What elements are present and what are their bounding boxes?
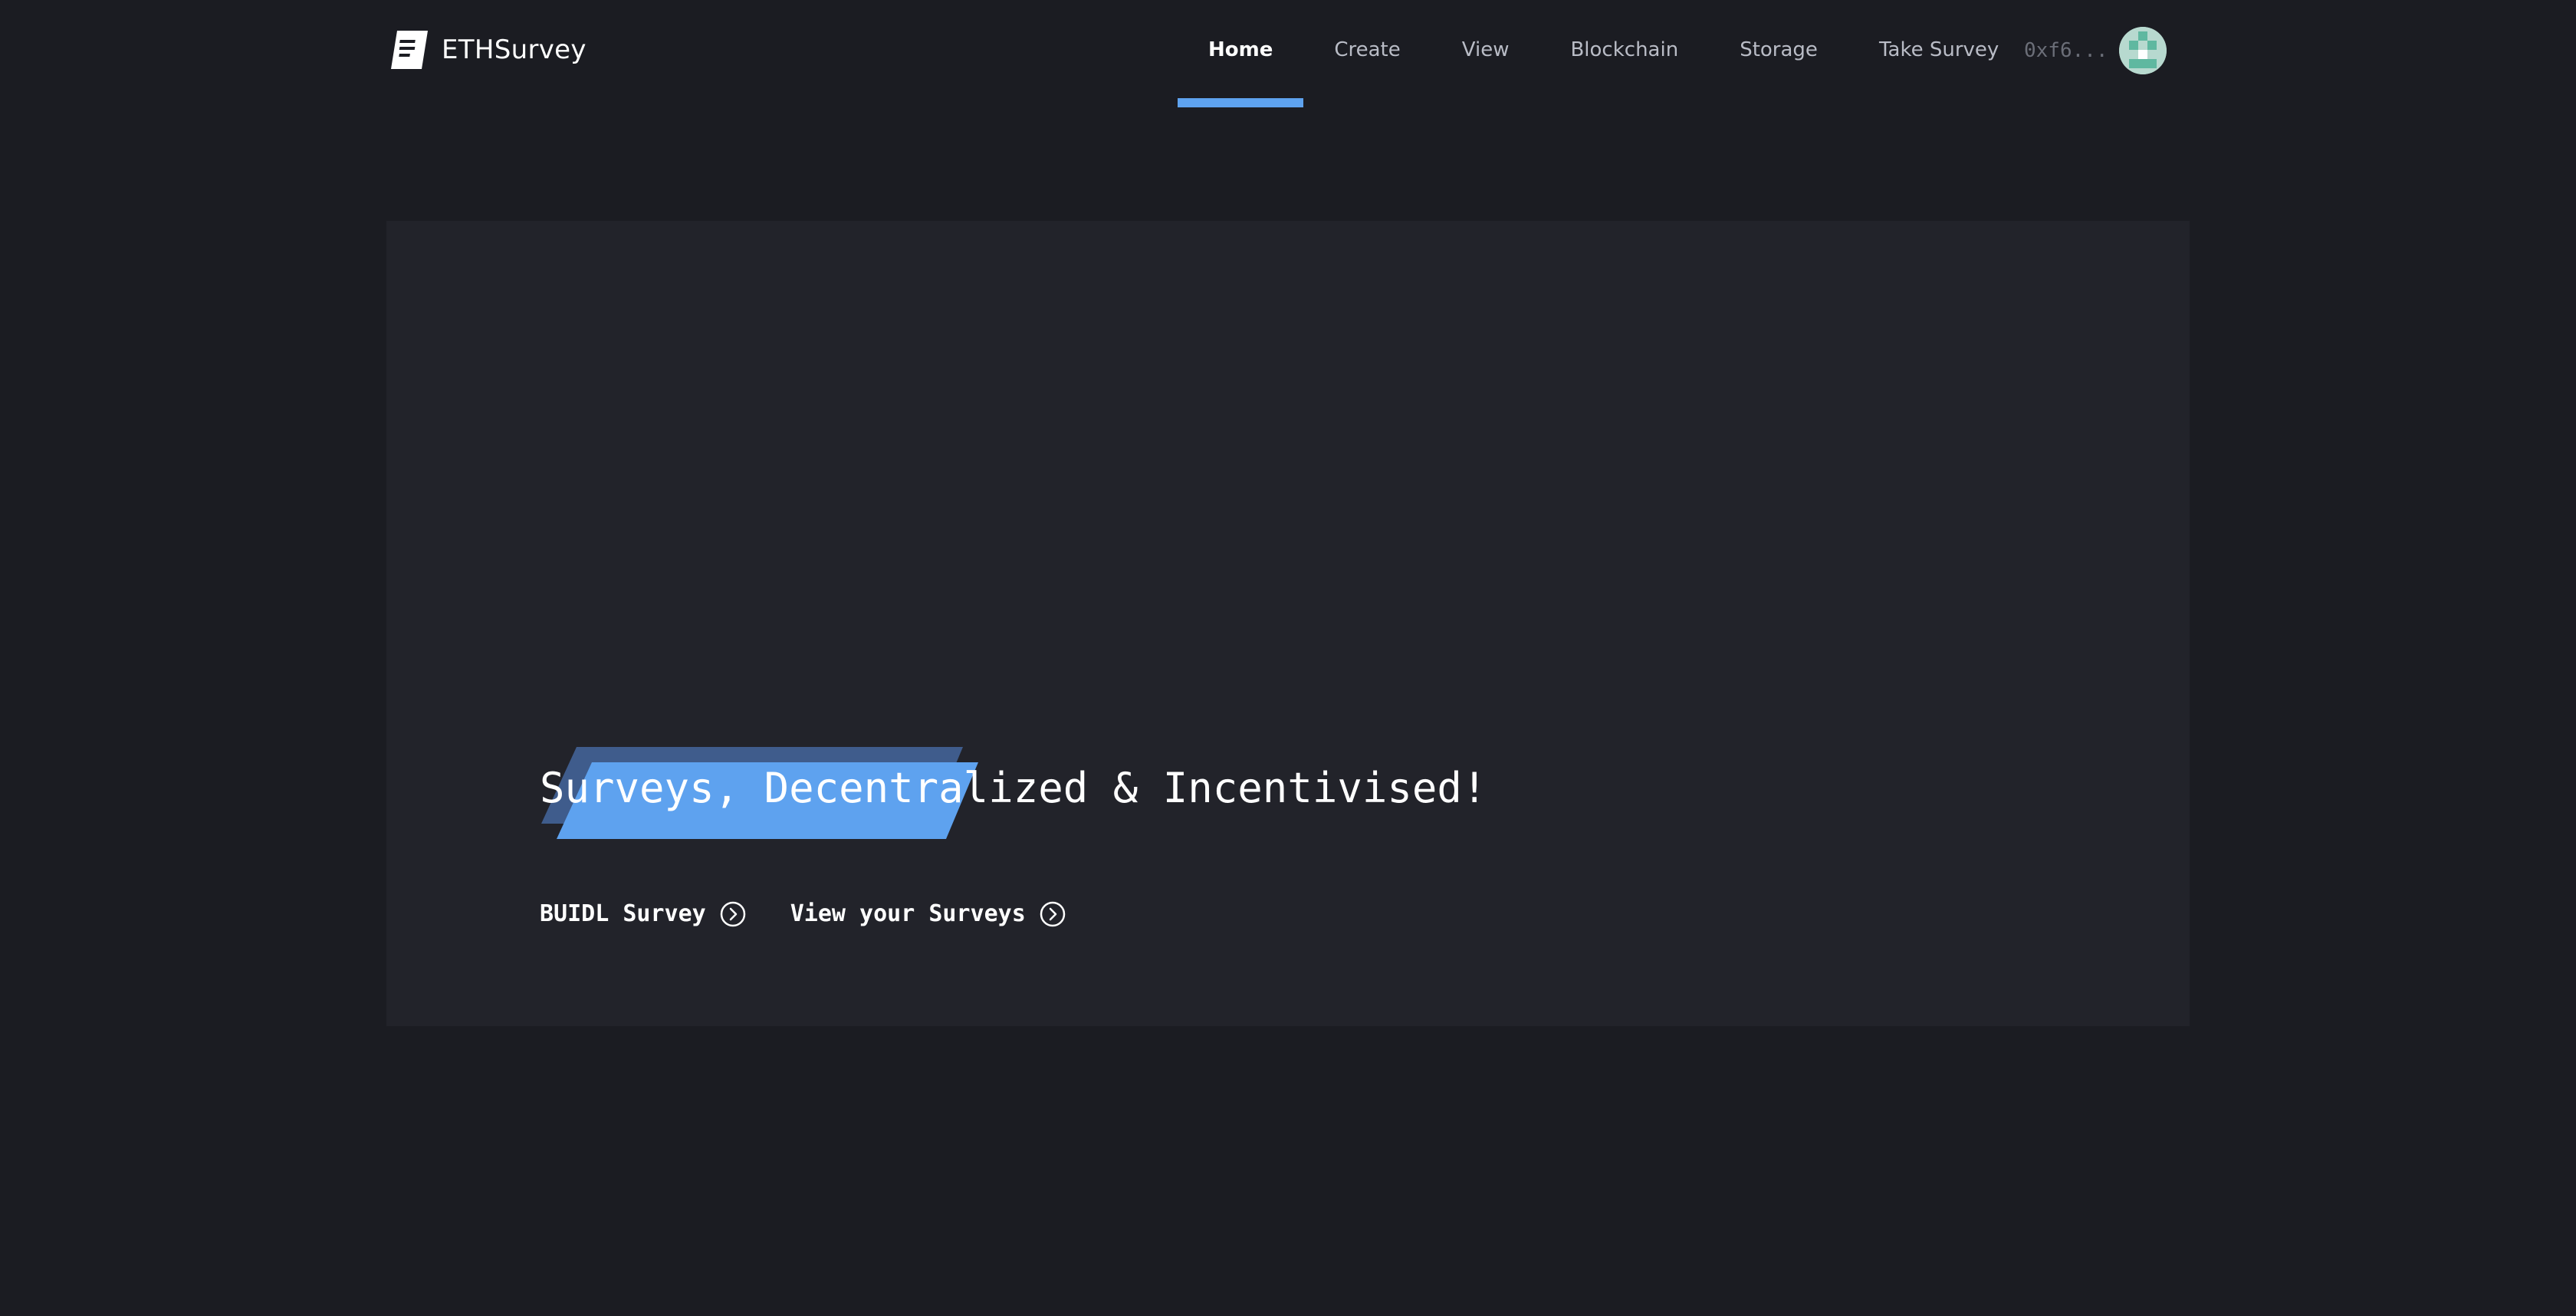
hero-title: Surveys, Decentralized & Incentivised! (540, 764, 1487, 812)
nav-item-label: Blockchain (1570, 38, 1679, 61)
nav-item-home[interactable]: Home (1178, 0, 1304, 107)
identicon-avatar (2118, 27, 2167, 74)
view-your-surveys-label: View your Surveys (790, 900, 1026, 927)
nav-item-label: View (1461, 38, 1510, 61)
nav-item-label: Home (1208, 38, 1273, 61)
nav-item-view[interactable]: View (1431, 0, 1540, 107)
brand-name: ETHSurvey (442, 35, 586, 65)
wallet-address: 0xf6... (2024, 39, 2108, 62)
top-navigation-bar: ETHSurvey Home Create View Blockchain St… (0, 0, 2576, 107)
main-nav: Home Create View Blockchain Storage Take… (1178, 0, 2029, 107)
hero-actions: BUIDL Survey View your Surveys (540, 900, 1066, 927)
nav-item-label: Storage (1740, 38, 1818, 61)
survey-document-icon (391, 31, 428, 69)
nav-item-blockchain[interactable]: Blockchain (1539, 0, 1709, 107)
view-your-surveys-link[interactable]: View your Surveys (790, 900, 1066, 927)
nav-item-label: Take Survey (1878, 38, 1999, 61)
chevron-right-circle-icon (1040, 901, 1066, 926)
account-menu[interactable]: 0xf6... (2024, 27, 2167, 74)
buidl-survey-label: BUIDL Survey (540, 900, 706, 927)
hero-panel: Surveys, Decentralized & Incentivised! B… (386, 221, 2190, 1026)
nav-item-storage[interactable]: Storage (1709, 0, 1848, 107)
nav-item-create[interactable]: Create (1303, 0, 1431, 107)
buidl-survey-link[interactable]: BUIDL Survey (540, 900, 746, 927)
nav-item-take-survey[interactable]: Take Survey (1848, 0, 2029, 107)
nav-item-label: Create (1334, 38, 1401, 61)
chevron-right-circle-icon (720, 901, 745, 926)
hero-title-block: Surveys, Decentralized & Incentivised! (540, 742, 1487, 850)
brand-home-link[interactable]: ETHSurvey (389, 28, 586, 72)
